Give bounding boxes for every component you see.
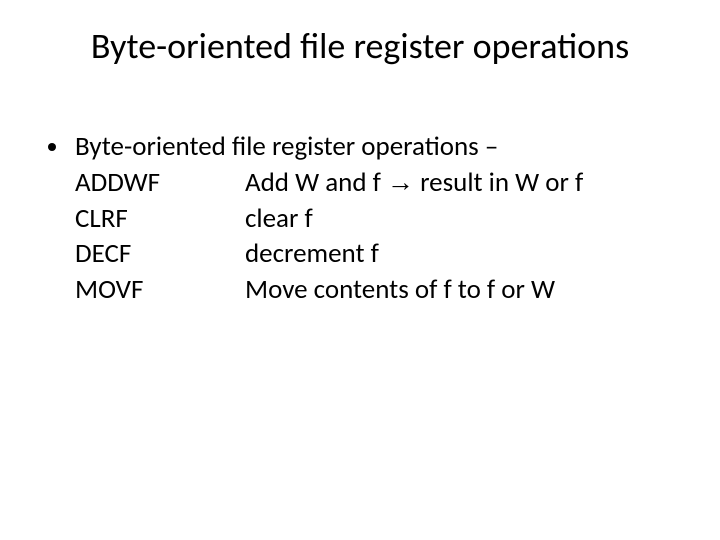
slide: Byte-oriented file register operations B… — [0, 0, 720, 540]
op-mnemonic: DECF — [75, 237, 245, 271]
op-desc: decrement f — [245, 237, 690, 271]
op-desc: Move contents of f to f or W — [245, 273, 690, 307]
slide-body: Byte-oriented file register operations –… — [45, 130, 690, 307]
bullet-list: Byte-oriented file register operations –… — [45, 130, 690, 307]
op-desc-pre: Add W and f — [245, 166, 387, 199]
op-desc-pre: Move contents of f to f or W — [245, 273, 555, 306]
op-desc-pre: decrement f — [245, 237, 379, 270]
op-mnemonic: MOVF — [75, 273, 245, 307]
op-desc: Add W and f → result in W or f — [245, 166, 690, 200]
op-desc-post: result in W or f — [414, 166, 583, 199]
op-mnemonic: ADDWF — [75, 166, 245, 200]
op-row: CLRF clear f — [75, 202, 690, 236]
arrow-icon: → — [387, 167, 414, 197]
op-row: MOVF Move contents of f to f or W — [75, 273, 690, 307]
op-desc-pre: clear f — [245, 202, 313, 235]
bullet-item: Byte-oriented file register operations –… — [71, 130, 690, 307]
op-row: DECF decrement f — [75, 237, 690, 271]
op-row: ADDWF Add W and f → result in W or f — [75, 166, 690, 200]
intro-text: Byte-oriented file register operations – — [75, 130, 498, 163]
op-desc: clear f — [245, 202, 690, 236]
op-mnemonic: CLRF — [75, 202, 245, 236]
slide-title: Byte-oriented file register operations — [0, 24, 720, 68]
